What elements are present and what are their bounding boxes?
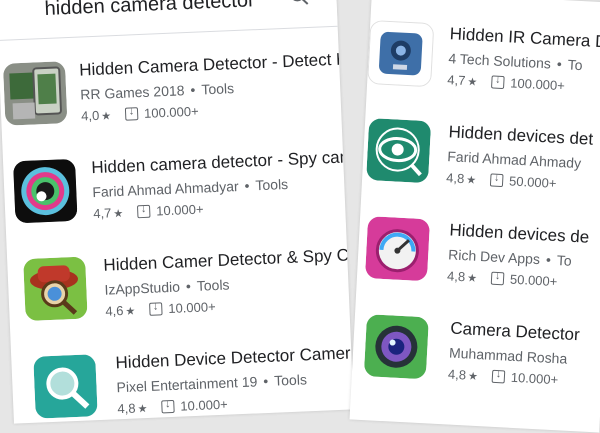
star-icon: ★ — [465, 174, 477, 187]
app-category: Tools — [255, 175, 289, 194]
app-downloads: 100.000+ — [143, 103, 199, 121]
app-category: To — [567, 56, 583, 74]
app-category: To — [556, 252, 573, 269]
app-developer[interactable]: Farid Ahmad Ahmadyar — [92, 178, 239, 200]
left-phone-screen: hidden camera detector Hidden Camera Det… — [0, 0, 354, 424]
camera-cube-icon — [2, 61, 68, 126]
search-input[interactable]: hidden camera detector — [44, 0, 255, 21]
download-icon — [491, 369, 506, 384]
download-icon — [136, 204, 151, 219]
star-icon: ★ — [125, 305, 136, 318]
app-downloads: 10.000+ — [155, 201, 204, 219]
app-downloads: 10.000+ — [510, 369, 559, 388]
app-developer[interactable]: 4 Tech Solutions — [448, 50, 551, 71]
app-list-item[interactable]: Hidden Camera Detector - Detect Hi RR Ga… — [0, 50, 343, 158]
download-icon — [490, 75, 505, 90]
ir-camera-icon — [367, 19, 435, 88]
download-icon — [124, 107, 139, 121]
star-icon: ★ — [101, 110, 112, 123]
app-title: Camera Detector — [449, 318, 581, 345]
star-icon: ★ — [467, 370, 479, 384]
app-list-item[interactable]: Hidden IR Camera De 4 Tech Solutions • To … — [366, 19, 600, 127]
app-developer[interactable]: Rich Dev Apps — [448, 246, 541, 267]
gauge-meter-icon — [364, 216, 431, 282]
app-title: Hidden IR Camera De — [449, 24, 600, 52]
search-icon[interactable] — [288, 0, 311, 8]
star-icon: ★ — [466, 272, 478, 285]
app-category: Tools — [273, 371, 308, 389]
app-category: Tools — [196, 276, 230, 294]
app-downloads: 50.000+ — [509, 271, 558, 290]
separator-dot: • — [185, 278, 192, 295]
app-downloads: 10.000+ — [180, 396, 229, 414]
star-icon: ★ — [467, 76, 478, 89]
app-title: Hidden Camera Detector - Detect Hi — [78, 49, 340, 80]
download-icon — [490, 271, 505, 286]
app-rating: 4,7 — [92, 205, 112, 222]
app-developer[interactable]: Farid Ahmad Ahmady — [447, 148, 582, 171]
app-rating: 4,6 — [105, 302, 124, 319]
download-icon — [149, 302, 163, 316]
separator-dot: • — [545, 251, 552, 268]
detective-magnifier-icon — [23, 256, 88, 322]
app-developer[interactable]: IzAppStudio — [104, 279, 180, 298]
app-developer[interactable]: Pixel Entertainment 19 — [116, 373, 257, 395]
app-rating: 4,8 — [445, 170, 465, 187]
app-developer[interactable]: RR Games 2018 — [80, 82, 185, 102]
app-list-item[interactable]: Hidden Camer Detector & Spy Came IzAppSt… — [7, 246, 351, 354]
star-icon: ★ — [137, 403, 148, 416]
separator-dot: • — [556, 55, 563, 73]
magnifier-teal-icon — [33, 354, 98, 419]
camera-lens-icon — [363, 314, 429, 380]
app-list-item[interactable]: Hidden devices det Farid Ahmad Ahmady 4,… — [360, 118, 600, 225]
download-icon — [161, 399, 175, 414]
eye-magnifier-icon — [366, 118, 432, 184]
app-list-item[interactable]: Hidden camera detector - Spy came Farid … — [3, 148, 347, 256]
app-rating: 4,7 — [447, 72, 466, 89]
app-category: Tools — [201, 80, 235, 98]
download-icon — [489, 173, 504, 188]
app-rating: 4,0 — [80, 107, 100, 124]
lens-rings-icon — [13, 158, 78, 224]
app-developer[interactable]: Muhammad Rosha — [449, 345, 568, 367]
app-list-item[interactable]: Camera Detector Muhammad Rosha 4,8★ 10.00… — [350, 314, 600, 421]
app-list-item[interactable]: Hidden devices de Rich Dev Apps•To 4,8★ 5… — [355, 216, 600, 323]
app-title: Hidden Device Detector Camera and — [115, 343, 352, 373]
star-icon: ★ — [113, 207, 124, 221]
app-downloads: 50.000+ — [508, 173, 557, 191]
separator-dot: • — [244, 177, 250, 194]
search-bar[interactable]: hidden camera detector — [0, 0, 338, 41]
app-title: Hidden devices det — [448, 122, 594, 149]
app-downloads: 100.000+ — [509, 75, 566, 94]
app-rating: 4,8 — [446, 268, 466, 285]
app-list-item[interactable]: Hidden Device Detector Camera and Pixel … — [11, 343, 353, 423]
right-phone-screen: Hidden IR Camera De 4 Tech Solutions • To … — [349, 0, 600, 433]
app-rating: 4,8 — [117, 400, 136, 417]
app-rating: 4,8 — [447, 366, 467, 383]
separator-dot: • — [190, 81, 196, 98]
app-title: Hidden devices de — [449, 220, 590, 247]
separator-dot: • — [262, 372, 269, 390]
app-downloads: 10.000+ — [167, 299, 216, 317]
